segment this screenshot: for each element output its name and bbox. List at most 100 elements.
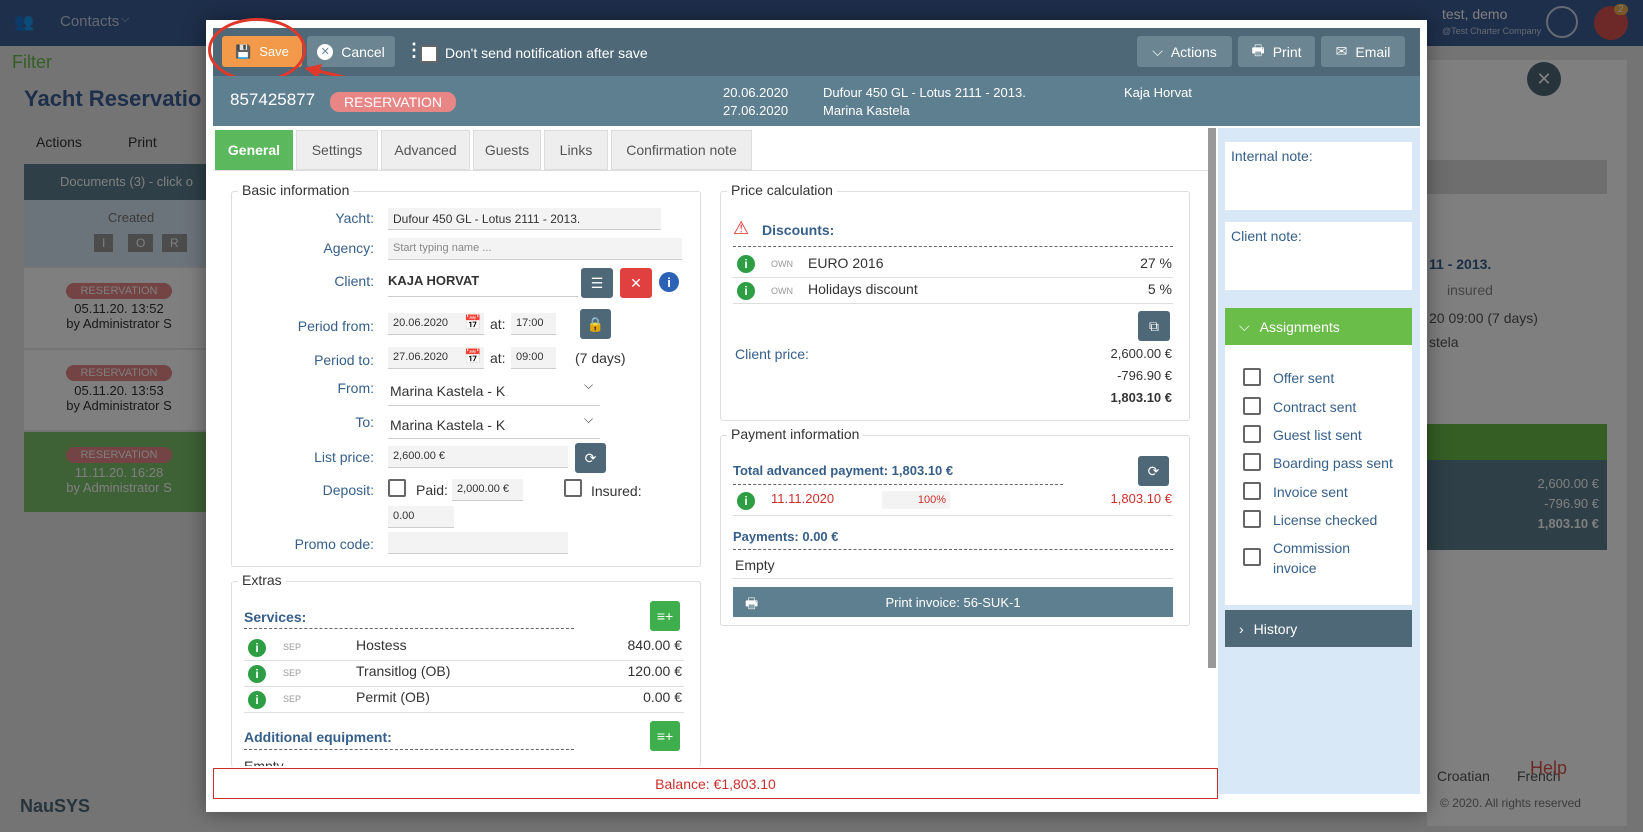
extras-legend: Extras [238, 572, 286, 588]
lock-button[interactable]: 🔒 [580, 309, 611, 339]
chevron-down-icon[interactable]: ⌵ [584, 412, 593, 427]
price-calc-legend: Price calculation [727, 182, 837, 198]
yacht-field[interactable]: Dufour 450 GL - Lotus 2111 - 2013. [388, 208, 661, 230]
to-select[interactable]: Marina Kastela - K [390, 417, 505, 433]
basic-info-legend: Basic information [238, 182, 354, 198]
assignment-checkbox[interactable] [1243, 368, 1261, 386]
assignment-item[interactable]: Commission invoice [1243, 538, 1363, 578]
services-divider [244, 628, 574, 629]
time-from-input[interactable]: 17:00 [511, 313, 556, 335]
refresh-price-button[interactable]: ⟳ [575, 443, 606, 473]
discount-tag: OWN [771, 286, 793, 296]
email-button[interactable]: ✉ Email [1321, 36, 1405, 67]
info-icon[interactable]: i [248, 665, 266, 683]
deposit-checkbox[interactable] [388, 479, 406, 497]
printer-icon: 🖶 [1251, 41, 1265, 58]
assignment-label: Invoice sent [1273, 484, 1348, 500]
assignment-item[interactable]: Guest list sent [1243, 425, 1362, 445]
tab-advanced[interactable]: Advanced [381, 130, 470, 170]
info-icon[interactable]: i [737, 282, 755, 300]
refresh-icon: ⟳ [584, 449, 597, 466]
info-icon[interactable]: i [248, 639, 266, 657]
agency-input[interactable]: Start typing name ... [388, 238, 682, 260]
paid-input[interactable]: 2,000.00 € [452, 479, 523, 501]
tab-links[interactable]: Links [544, 130, 608, 170]
assignment-item[interactable]: Contract sent [1243, 397, 1356, 417]
list-price-input[interactable]: 2,600.00 € [388, 446, 568, 468]
content-scrollbar[interactable] [1208, 128, 1216, 668]
print-invoice-button[interactable]: 🖶 Print invoice: 56-SUK-1 [733, 587, 1173, 617]
tab-confirmation-note[interactable]: Confirmation note [611, 130, 752, 170]
balance-bar: Balance: €1,803.10 [213, 768, 1218, 799]
layers-off-icon: ⧉ [1149, 317, 1159, 334]
advanced-divider [733, 484, 1063, 485]
promo-code-input[interactable] [388, 532, 568, 554]
deposit-input[interactable]: 0.00 [388, 506, 454, 528]
playlist-add-icon: ≡+ [656, 608, 674, 624]
tab-settings[interactable]: Settings [296, 130, 378, 170]
reservation-header: 857425877 RESERVATION 20.06.2020 27.06.2… [213, 76, 1420, 126]
payment-amount: 1,803.10 € [1110, 491, 1172, 506]
period-to-label: Period to: [314, 352, 374, 368]
from-select[interactable]: Marina Kastela - K [390, 383, 505, 399]
remove-discounts-button[interactable]: ⧉ [1138, 311, 1170, 341]
row-divider [733, 277, 1173, 278]
assignment-item[interactable]: Offer sent [1243, 368, 1334, 388]
list-indent-icon: ☰ [590, 274, 604, 291]
client-value[interactable]: KAJA HORVAT [388, 273, 479, 288]
assignment-item[interactable]: Boarding pass sent [1243, 453, 1393, 473]
payment-percent[interactable]: 100% [882, 491, 950, 509]
info-icon[interactable]: i [659, 272, 679, 292]
tab-general[interactable]: General [215, 130, 293, 170]
at-label: at: [490, 350, 506, 366]
history-header[interactable]: › History [1225, 610, 1412, 647]
price-total: 1,803.10 € [1110, 390, 1172, 405]
history-label: History [1253, 620, 1298, 637]
row-divider [244, 712, 684, 713]
list-price-label: List price: [314, 449, 374, 465]
internal-note[interactable]: Internal note: [1225, 142, 1412, 210]
from-underline [388, 405, 600, 406]
info-icon[interactable]: i [248, 691, 266, 709]
refresh-icon: ⟳ [1147, 462, 1160, 479]
assignment-checkbox[interactable] [1243, 510, 1261, 528]
service-name: Permit (OB) [356, 689, 430, 705]
period-from-label: Period from: [297, 318, 374, 334]
time-to-input[interactable]: 09:00 [511, 347, 556, 369]
print-button[interactable]: 🖶 Print [1238, 36, 1315, 67]
chevron-down-icon[interactable]: ⌵ [584, 378, 593, 393]
assignment-checkbox[interactable] [1243, 453, 1261, 471]
assignment-checkbox[interactable] [1243, 548, 1261, 566]
assignments-header[interactable]: ⌵ Assignments [1225, 308, 1412, 345]
info-icon[interactable]: i [737, 255, 755, 273]
assignment-checkbox[interactable] [1243, 397, 1261, 415]
assignments-label: Assignments [1259, 318, 1340, 335]
chevron-right-icon: › [1239, 620, 1244, 637]
discount-value: 5 % [1147, 281, 1172, 297]
info-icon[interactable]: i [737, 492, 755, 510]
service-tag: SEP [283, 668, 302, 678]
calendar-icon[interactable]: 📅 [464, 348, 481, 365]
client-remove-button[interactable]: ✕ [620, 268, 652, 298]
add-service-button[interactable]: ≡+ [650, 601, 680, 631]
to-underline [388, 438, 600, 439]
chevron-down-icon: ⌵ [1152, 43, 1163, 59]
actions-button[interactable]: ⌵ Actions [1137, 36, 1232, 67]
add-equipment-button[interactable]: ≡+ [650, 721, 680, 751]
insured-checkbox[interactable] [564, 479, 582, 497]
assignment-checkbox[interactable] [1243, 482, 1261, 500]
client-list-button[interactable]: ☰ [581, 268, 613, 298]
assignment-item[interactable]: License checked [1243, 510, 1377, 530]
tab-guests[interactable]: Guests [473, 130, 541, 170]
assignment-item[interactable]: Invoice sent [1243, 482, 1348, 502]
client-label: Client: [334, 273, 374, 289]
actions-label: Actions [1170, 43, 1217, 60]
calendar-icon[interactable]: 📅 [464, 314, 481, 331]
refresh-payment-button[interactable]: ⟳ [1138, 456, 1169, 486]
price-discount: -796.90 € [1117, 368, 1172, 383]
payment-legend: Payment information [727, 426, 864, 442]
assignment-checkbox[interactable] [1243, 425, 1261, 443]
client-note[interactable]: Client note: [1225, 222, 1412, 290]
additional-equipment-label: Additional equipment: [244, 729, 392, 745]
insured-label: Insured: [591, 483, 642, 499]
